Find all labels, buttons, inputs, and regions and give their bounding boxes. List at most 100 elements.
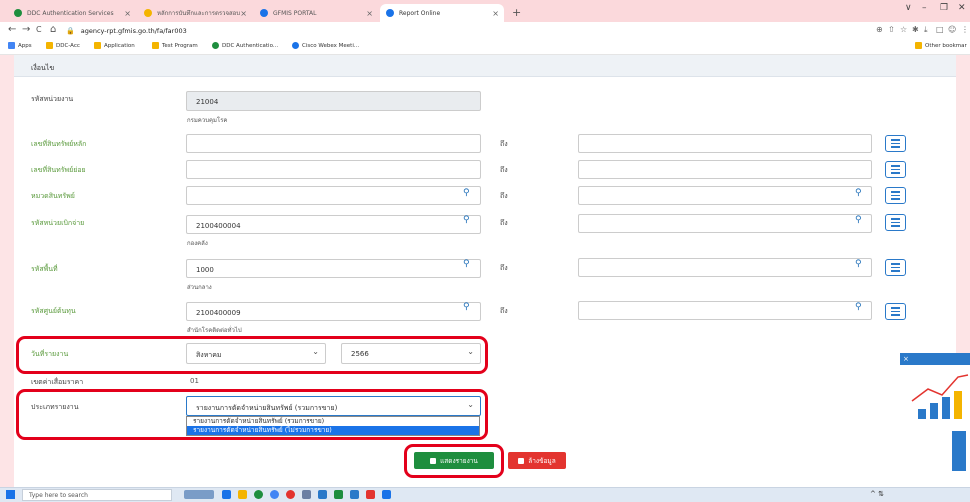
share-icon[interactable]: ⇧ — [888, 25, 895, 34]
download-icon[interactable]: ⤓ — [924, 25, 928, 35]
search-icon[interactable]: ⚲ — [855, 259, 862, 269]
disbursing-unit-from-input[interactable]: 2100400004 — [186, 215, 481, 234]
tab-label: หลักการบันทึกและการตรวจสอบ — [157, 10, 241, 17]
agency-code-field: 21004 — [186, 91, 481, 111]
tab-close-icon[interactable]: × — [124, 9, 131, 18]
webex-icon — [292, 42, 299, 49]
search-icon[interactable]: ⚲ — [463, 259, 470, 269]
sub-asset-from-input[interactable] — [186, 160, 481, 179]
area-code-to-input[interactable] — [578, 258, 872, 277]
windows-start-icon[interactable] — [6, 490, 15, 499]
to-label: ถึง — [500, 166, 508, 174]
taskbar-search[interactable]: Type here to search — [22, 489, 172, 501]
ddc-icon — [212, 42, 219, 49]
show-report-label: แสดงรายงาน — [440, 456, 478, 465]
cost-center-from-input[interactable]: 2100400009 — [186, 302, 481, 321]
cost-center-to-input[interactable] — [578, 301, 872, 320]
chart-illustration — [911, 374, 969, 471]
bookmark-label: DDC Authenticatio... — [222, 42, 279, 49]
highlight-report-type — [16, 389, 488, 440]
taskbar-app-icon[interactable] — [366, 490, 375, 499]
search-icon[interactable]: ⚲ — [463, 215, 470, 225]
tab-favicon-icon — [144, 9, 152, 17]
depreciation-area-value: 01 — [190, 377, 199, 385]
main-asset-from-input[interactable] — [186, 134, 481, 153]
disbursing-unit-to-input[interactable] — [578, 214, 872, 233]
menu-icon[interactable]: ⋮ — [961, 25, 969, 34]
maximize-button[interactable]: ❐ — [940, 3, 948, 13]
search-icon[interactable]: ⚲ — [855, 302, 862, 312]
main-asset-to-input[interactable] — [578, 134, 872, 153]
search-icon[interactable]: ⚲ — [855, 188, 862, 198]
url-text: agency-rpt.gfmis.go.th/fa/far003 — [80, 26, 187, 35]
tab-close-icon[interactable]: × — [492, 9, 499, 18]
bookmark-ddc-auth[interactable]: DDC Authenticatio... — [212, 42, 278, 49]
zoom-icon[interactable]: ⊕ — [876, 25, 883, 34]
taskbar-app-icon[interactable] — [238, 490, 247, 499]
bookmark-test-program[interactable]: Test Program — [152, 42, 198, 49]
tab-label: Report Online — [399, 9, 441, 17]
search-icon[interactable]: ⚲ — [463, 302, 470, 312]
area-code-list-button[interactable] — [885, 259, 906, 276]
disbursing-unit-list-button[interactable] — [885, 214, 906, 231]
show-report-button[interactable]: แสดงรายงาน — [414, 452, 494, 469]
sub-asset-list-button[interactable] — [885, 161, 906, 178]
asset-category-list-button[interactable] — [885, 187, 906, 204]
asset-category-label: หมวดสินทรัพย์ — [31, 192, 75, 200]
floating-widget — [900, 353, 970, 487]
taskbar-app-icon[interactable] — [286, 490, 295, 499]
system-tray[interactable]: ^ ⇅ — [870, 490, 884, 498]
clear-button[interactable]: ล้างข้อมูล — [508, 452, 566, 469]
new-tab-button[interactable]: + — [512, 6, 521, 19]
search-icon[interactable]: ⚲ — [463, 188, 470, 198]
taskbar-app-icon[interactable] — [350, 490, 359, 499]
to-label: ถึง — [500, 307, 508, 315]
widget-close-icon[interactable]: × — [903, 355, 909, 363]
sub-asset-to-input[interactable] — [578, 160, 872, 179]
tab-ddc-auth[interactable]: DDC Authentication Services × — [8, 4, 136, 22]
taskbar-app-icon[interactable] — [270, 490, 279, 499]
tab-close-icon[interactable]: × — [240, 9, 247, 18]
taskbar-app-icon[interactable] — [222, 490, 231, 499]
search-icon[interactable]: ⚲ — [855, 215, 862, 225]
taskbar-app-icon[interactable] — [254, 490, 263, 499]
bookmark-apps[interactable]: Apps — [8, 42, 32, 49]
tab-close-icon[interactable]: × — [366, 9, 373, 18]
bookmark-ddc-acc[interactable]: DDC-Acc — [46, 42, 80, 49]
taskbar-app-icon[interactable] — [382, 490, 391, 499]
back-icon[interactable]: ← — [8, 24, 16, 35]
bookmark-webex[interactable]: Cisco Webex Meeti... — [292, 42, 359, 49]
folder-icon — [152, 42, 159, 49]
bookmark-label: DDC-Acc — [56, 42, 80, 49]
panel-title: เงื่อนไข — [14, 55, 956, 77]
url-field[interactable]: 🔒 agency-rpt.gfmis.go.th/fa/far003 — [66, 24, 876, 37]
reload-icon[interactable]: C — [36, 25, 42, 34]
taskbar-app-icon[interactable] — [184, 490, 214, 499]
main-asset-list-button[interactable] — [885, 135, 906, 152]
sidepanel-icon[interactable]: □ — [936, 25, 944, 34]
home-icon[interactable]: ⌂ — [50, 24, 56, 35]
tab-guideline[interactable]: หลักการบันทึกและการตรวจสอบ × — [138, 4, 252, 22]
extensions-icon[interactable]: ✱ — [912, 25, 919, 34]
bookmark-other[interactable]: Other bookmar — [915, 42, 967, 49]
to-label: ถึง — [500, 192, 508, 200]
asset-category-from-input[interactable] — [186, 186, 481, 205]
minimize-button[interactable]: – — [922, 3, 927, 13]
taskbar-app-icon[interactable] — [334, 490, 343, 499]
widget-header: × — [900, 353, 970, 365]
close-window-button[interactable]: ✕ — [958, 3, 966, 13]
profile-icon[interactable]: ☺ — [948, 25, 956, 34]
cost-center-list-button[interactable] — [885, 303, 906, 320]
area-code-from-input[interactable]: 1000 — [186, 259, 481, 278]
asset-category-to-input[interactable] — [578, 186, 872, 205]
tab-label: GFMIS PORTAL — [273, 9, 317, 17]
taskbar-app-icon[interactable] — [302, 490, 311, 499]
forward-icon[interactable]: → — [22, 24, 30, 35]
tab-gfmis-portal[interactable]: GFMIS PORTAL × — [254, 4, 378, 22]
tab-search-icon[interactable]: ∨ — [905, 3, 912, 13]
bookmark-application[interactable]: Application — [94, 42, 135, 49]
bookmark-star-icon[interactable]: ☆ — [900, 25, 907, 34]
taskbar-app-icon[interactable] — [318, 490, 327, 499]
tab-report-online[interactable]: Report Online × — [380, 4, 504, 22]
disbursing-unit-label: รหัสหน่วยเบิกจ่าย — [31, 219, 85, 227]
